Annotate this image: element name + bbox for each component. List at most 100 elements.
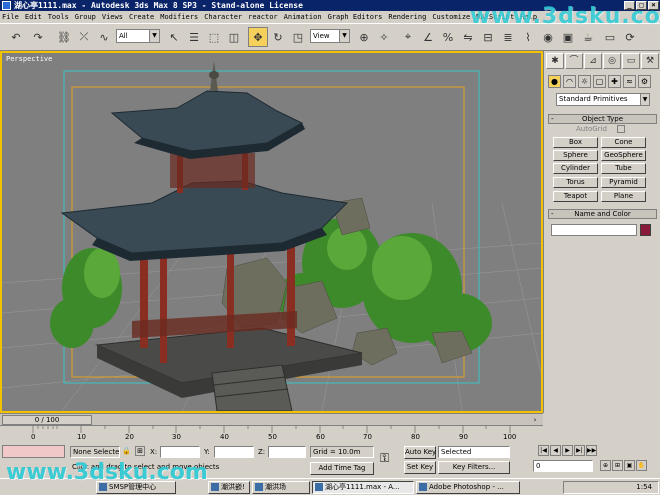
undo-icon[interactable]: ↶: [6, 27, 26, 47]
pyramid-button[interactable]: Pyramid: [601, 177, 646, 188]
lights-icon[interactable]: ☼: [578, 75, 591, 88]
object-type-rollout[interactable]: - Object Type: [548, 114, 657, 124]
next-frame-button-icon[interactable]: ▶|: [574, 445, 585, 456]
render-last-icon[interactable]: ⟳: [620, 27, 640, 47]
percent-snap-icon[interactable]: %: [438, 27, 458, 47]
shapes-icon[interactable]: ◠: [563, 75, 576, 88]
menu-modifiers[interactable]: Modifiers: [160, 13, 198, 21]
redo-icon[interactable]: ↷: [28, 27, 48, 47]
taskbar-item[interactable]: 潮洪嵌!: [208, 481, 250, 494]
cone-button[interactable]: Cone: [601, 137, 646, 148]
systems-icon[interactable]: ⚙: [638, 75, 651, 88]
menu-edit[interactable]: Edit: [25, 13, 42, 21]
hierarchy-tab-icon[interactable]: ⊿: [584, 53, 602, 69]
previous-frame-icon[interactable]: ◀: [550, 445, 561, 456]
time-slider[interactable]: 0 / 100 ›: [0, 413, 543, 425]
name-and-color-rollout[interactable]: - Name and Color: [548, 209, 657, 219]
menu-create[interactable]: Create: [129, 13, 154, 21]
next-frame-icon[interactable]: ›: [530, 415, 540, 425]
z-coord-field[interactable]: [268, 446, 306, 458]
zoom-all-icon[interactable]: ⊞: [612, 460, 623, 471]
time-slider-thumb[interactable]: 0 / 100: [2, 415, 92, 425]
select-and-move-icon[interactable]: ✥: [248, 27, 268, 47]
display-tab-icon[interactable]: ▭: [622, 53, 640, 69]
taskbar-item[interactable]: 潮洪场: [252, 481, 310, 494]
primitive-category-dropdown[interactable]: Standard Primitives ▼: [556, 93, 650, 106]
menu-group[interactable]: Group: [75, 13, 96, 21]
y-coord-field[interactable]: [214, 446, 254, 458]
lock-selection-icon[interactable]: 🔒: [122, 447, 131, 455]
sphere-button[interactable]: Sphere: [553, 150, 598, 161]
viewport-label[interactable]: Perspective: [6, 55, 52, 63]
modify-tab-icon[interactable]: ⌒: [565, 53, 583, 69]
menu-views[interactable]: Views: [102, 13, 123, 21]
menu-rendering[interactable]: Rendering: [388, 13, 426, 21]
taskbar-item[interactable]: SMSP管理中心: [96, 481, 176, 494]
angle-snap-icon[interactable]: ∠: [418, 27, 438, 47]
helpers-icon[interactable]: ✚: [608, 75, 621, 88]
mirror-icon[interactable]: ⇋: [458, 27, 478, 47]
add-time-tag-button[interactable]: Add Time Tag: [310, 462, 374, 475]
tube-button[interactable]: Tube: [601, 163, 646, 174]
material-editor-icon[interactable]: ◉: [538, 27, 558, 47]
play-icon[interactable]: ▶: [562, 445, 573, 456]
taskbar-item-3dsmax[interactable]: 湖心亭1111.max - A...: [312, 481, 414, 494]
set-keys-key-icon[interactable]: ⚿: [380, 451, 389, 466]
cylinder-button[interactable]: Cylinder: [553, 163, 598, 174]
layer-manager-icon[interactable]: ≣: [498, 27, 518, 47]
align-icon[interactable]: ⊟: [478, 27, 498, 47]
motion-tab-icon[interactable]: ◎: [603, 53, 621, 69]
selection-filter-dropdown[interactable]: All ▼: [116, 29, 160, 43]
menu-help[interactable]: Help: [520, 13, 537, 21]
set-key-button[interactable]: Set Key: [404, 461, 436, 474]
render-type-icon[interactable]: ▭: [600, 27, 620, 47]
box-button[interactable]: Box: [553, 137, 598, 148]
render-scene-icon[interactable]: ▣: [558, 27, 578, 47]
select-by-name-icon[interactable]: ☰: [184, 27, 204, 47]
select-and-scale-icon[interactable]: ◳: [288, 27, 308, 47]
plane-button[interactable]: Plane: [601, 191, 646, 202]
snaps-toggle-icon[interactable]: ⌖: [398, 27, 418, 47]
go-to-start-icon[interactable]: |◀: [538, 445, 549, 456]
maxscript-listener-mini[interactable]: [2, 445, 65, 458]
object-name-field[interactable]: [551, 224, 637, 236]
auto-key-button[interactable]: Auto Key: [404, 446, 436, 459]
autogrid-checkbox[interactable]: [617, 125, 625, 133]
menu-graph-editors[interactable]: Graph Editors: [328, 13, 383, 21]
pan-icon[interactable]: ✋: [636, 460, 647, 471]
zoom-extents-icon[interactable]: ▣: [624, 460, 635, 471]
menu-customize[interactable]: Customize: [432, 13, 470, 21]
x-coord-field[interactable]: [160, 446, 200, 458]
zoom-icon[interactable]: ⊕: [600, 460, 611, 471]
current-frame-field[interactable]: 0: [533, 460, 593, 472]
geometry-icon[interactable]: ●: [548, 75, 561, 88]
menu-character[interactable]: Character: [204, 13, 242, 21]
space-warps-icon[interactable]: ≈: [623, 75, 636, 88]
close-button[interactable]: ×: [648, 1, 659, 10]
taskbar-item-photoshop[interactable]: Adobe Photoshop - ...: [416, 481, 520, 494]
menu-maxscript[interactable]: MAXScript: [476, 13, 514, 21]
go-to-end-icon[interactable]: ▶▶: [586, 445, 597, 456]
absolute-mode-icon[interactable]: ⊞: [135, 446, 145, 456]
menu-file[interactable]: File: [2, 13, 19, 21]
object-color-swatch[interactable]: [640, 224, 651, 236]
menu-animation[interactable]: Animation: [284, 13, 322, 21]
maximize-button[interactable]: □: [636, 1, 647, 10]
select-manipulate-icon[interactable]: ✧: [374, 27, 394, 47]
geosphere-button[interactable]: GeoSphere: [601, 150, 646, 161]
quick-render-icon[interactable]: ☕: [578, 27, 598, 47]
rectangular-selection-icon[interactable]: ⬚: [204, 27, 224, 47]
torus-button[interactable]: Torus: [553, 177, 598, 188]
menu-tools[interactable]: Tools: [48, 13, 69, 21]
menu-reactor[interactable]: reactor: [248, 13, 278, 21]
perspective-viewport[interactable]: Perspective: [0, 51, 543, 413]
pivot-center-icon[interactable]: ⊕: [354, 27, 374, 47]
teapot-button[interactable]: Teapot: [553, 191, 598, 202]
reference-coordinate-dropdown[interactable]: View ▼: [310, 29, 350, 43]
bind-space-warp-icon[interactable]: ∿: [94, 27, 114, 47]
select-and-rotate-icon[interactable]: ↻: [268, 27, 288, 47]
cameras-icon[interactable]: ▢: [593, 75, 606, 88]
select-object-icon[interactable]: ↖: [164, 27, 184, 47]
select-and-link-icon[interactable]: ⛓: [54, 27, 74, 47]
create-tab-icon[interactable]: ✱: [546, 53, 564, 69]
